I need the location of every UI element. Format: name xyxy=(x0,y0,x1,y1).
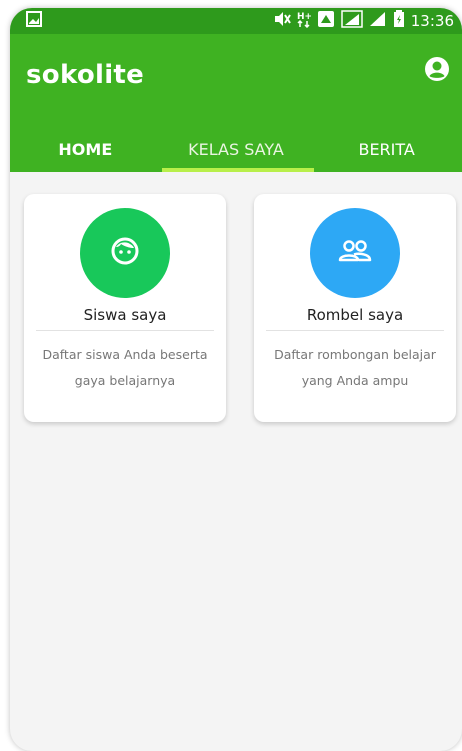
app-icon xyxy=(317,10,335,32)
image-notification-icon xyxy=(26,11,42,31)
child-face-icon xyxy=(110,236,140,270)
card-title: Rombel saya xyxy=(306,306,404,324)
card-description: Daftar rombongan belajar yang Anda ampu xyxy=(274,347,436,388)
card-description: Daftar siswa Anda beserta gaya belajarny… xyxy=(42,347,208,388)
tab-home[interactable]: HOME xyxy=(10,126,161,172)
card-title: Siswa saya xyxy=(83,306,167,324)
card-divider xyxy=(36,330,214,331)
mute-icon xyxy=(273,11,291,31)
card-siswa-saya[interactable]: Siswa saya Daftar siswa Anda beserta gay… xyxy=(24,194,226,422)
tab-berita-label: BERITA xyxy=(358,139,415,159)
tab-kelas-saya-label: KELAS SAYA xyxy=(188,139,284,159)
battery-icon xyxy=(393,10,405,32)
app-title: sokolite xyxy=(26,60,145,90)
card-rombel-saya[interactable]: Rombel saya Daftar rombongan belajar yan… xyxy=(254,194,456,422)
card-divider xyxy=(266,330,444,331)
card-siswa-icon-circle xyxy=(80,208,170,298)
data-hplus-icon: H+ xyxy=(297,10,312,32)
tab-indicator xyxy=(162,168,314,172)
signal-icon-2 xyxy=(369,11,387,31)
app-bar: sokolite HOME KELAS SAYA BERITA xyxy=(10,34,462,172)
status-time: 13:36 xyxy=(410,12,454,30)
card-rombel-icon-circle xyxy=(310,208,400,298)
tab-kelas-saya[interactable]: KELAS SAYA xyxy=(161,126,312,172)
signal-icon xyxy=(341,10,363,32)
tab-bar: HOME KELAS SAYA BERITA xyxy=(10,126,462,172)
svg-text:H+: H+ xyxy=(297,12,311,22)
account-circle-icon[interactable] xyxy=(424,56,450,86)
phone-frame: H+ 13:36 sokolite HOME KELAS SAYA BERITA… xyxy=(10,8,462,751)
tab-home-label: HOME xyxy=(58,139,113,159)
group-icon xyxy=(337,238,373,268)
status-bar: H+ 13:36 xyxy=(10,8,462,34)
tab-berita[interactable]: BERITA xyxy=(311,126,462,172)
